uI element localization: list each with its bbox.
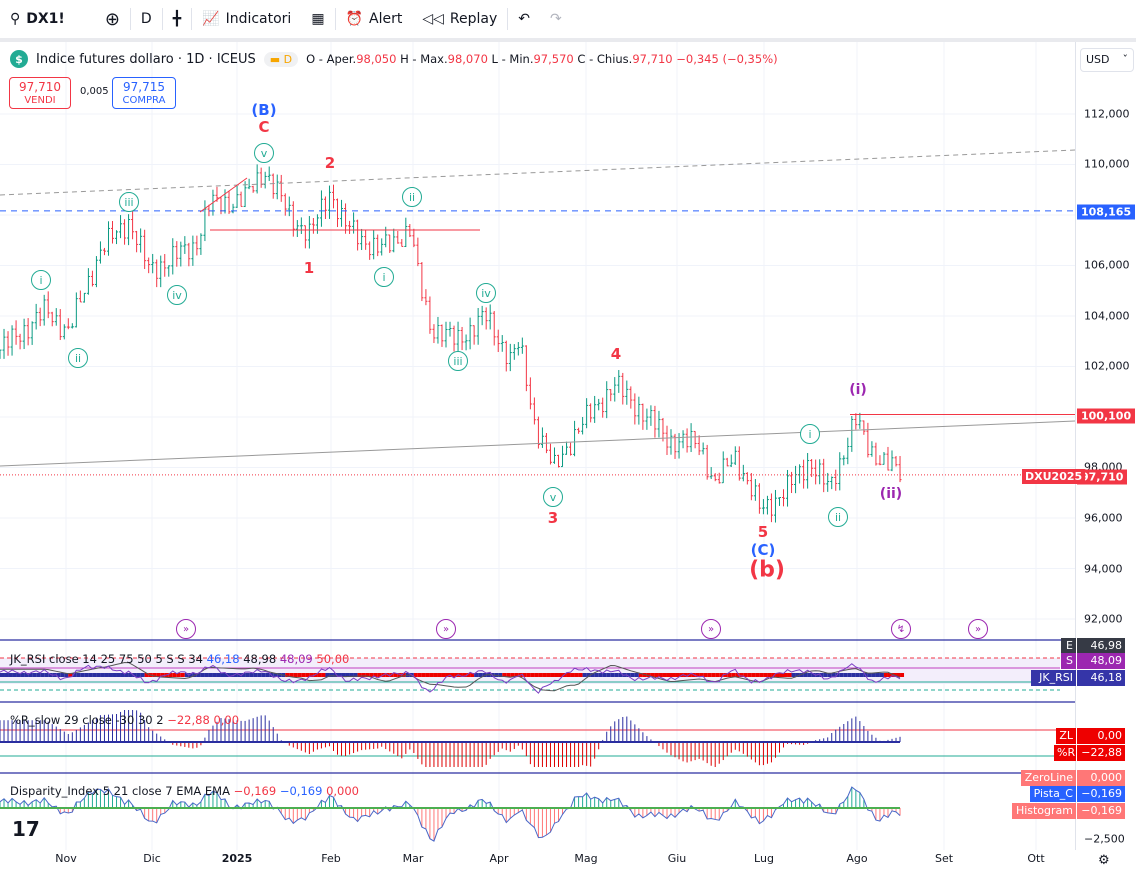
wave-label: ii — [402, 187, 422, 207]
wave-label: i — [31, 270, 51, 290]
layouts-button[interactable]: ▦ — [301, 4, 334, 34]
time-tick: Mar — [402, 852, 424, 865]
event-marker-icon[interactable]: » — [176, 619, 196, 639]
price-chart[interactable] — [0, 42, 1075, 850]
market-status-badge[interactable]: ▬ D — [263, 51, 299, 67]
time-tick: Feb — [321, 852, 341, 865]
trendline-dashed — [0, 149, 1075, 196]
grid-icon: ▦ — [311, 11, 325, 27]
top-toolbar: ⚲ DX1! ⊕ D ╋ 📈 Indicatori ▦ ⏰ Alert ◁◁ Repla… — [0, 0, 1136, 42]
wave-label: C — [258, 118, 270, 136]
wave-label: v — [254, 143, 274, 163]
price-tick: 96,000 — [1084, 511, 1123, 525]
wave-label: iii — [119, 192, 139, 212]
wave-label: 1 — [303, 259, 315, 277]
wave-label: i — [374, 267, 394, 287]
alarm-clock-icon: ⏰ — [345, 11, 363, 27]
indicators-button[interactable]: 📈 Indicatori — [192, 4, 301, 34]
search-icon: ⚲ — [10, 11, 21, 27]
tradingview-logo[interactable]: 17 — [12, 817, 40, 841]
rsi-legend[interactable]: JK_RSI close 14 25 75 50 5 S S 34 46,18 … — [10, 652, 349, 666]
time-tick: Set — [934, 852, 954, 865]
currency-select[interactable]: USD ˇ — [1080, 48, 1134, 72]
wave-label: ii — [828, 507, 848, 527]
time-tick: Ott — [1027, 852, 1045, 865]
wave-label: v — [543, 487, 563, 507]
price-tick: 92,000 — [1084, 612, 1123, 626]
compare-button[interactable]: ⊕ — [95, 4, 130, 34]
price-tick: 110,000 — [1084, 157, 1130, 171]
event-marker-icon[interactable]: » — [436, 619, 456, 639]
wave-label: iv — [476, 283, 496, 303]
disparity-legend[interactable]: Disparity_Index 5 21 close 7 EMA EMA −0,… — [10, 784, 359, 798]
replay-button[interactable]: ◁◁ Replay — [412, 4, 507, 34]
price-tick: 94,000 — [1084, 562, 1123, 576]
redo-icon: ↷ — [549, 11, 562, 27]
alert-button[interactable]: ⏰ Alert — [336, 4, 413, 34]
wave-label: 2 — [324, 154, 336, 172]
time-tick: Nov — [55, 852, 77, 865]
bar-style-button[interactable]: ╋ — [163, 4, 191, 34]
wave-label: i — [800, 424, 820, 444]
time-tick: Ago — [846, 852, 868, 865]
wave-label: 4 — [610, 345, 622, 363]
lightning-event-icon[interactable]: ↯ — [891, 619, 911, 639]
time-tick: Dic — [143, 852, 161, 865]
wave-label: (i) — [849, 382, 867, 398]
wave-label: iv — [167, 285, 187, 305]
event-marker-icon[interactable]: » — [701, 619, 721, 639]
level-tag: 100,100 — [1077, 408, 1136, 424]
disparity-tick: −2,500 — [1084, 832, 1125, 846]
wave-label: (ii) — [879, 486, 903, 502]
time-tick: Apr — [489, 852, 509, 865]
chevron-down-icon: ˇ — [1122, 53, 1129, 66]
spread-value: 0,005 — [80, 86, 109, 97]
wave-label: 5 — [757, 523, 769, 541]
price-tick: 104,000 — [1084, 309, 1130, 323]
trendline — [0, 420, 1075, 467]
time-tick: Giu — [667, 852, 687, 865]
wave-label: (C) — [750, 541, 776, 559]
price-axis[interactable]: USD ˇ 112,000 110,000 106,000 104,000 10… — [1012, 42, 1136, 850]
price-tick: 106,000 — [1084, 258, 1130, 272]
wave-label: iii — [448, 351, 468, 371]
sell-button[interactable]: 97,710 VENDI — [9, 77, 71, 109]
event-marker-icon[interactable]: » — [968, 619, 988, 639]
wave-label: (B) — [251, 101, 277, 119]
wave-label: 3 — [547, 509, 559, 527]
chart-legend: $ Indice futures dollaro · 1D · ICEUS ▬ … — [10, 50, 778, 68]
level-tag: 108,165 — [1077, 204, 1136, 220]
settings-icon[interactable]: ⚙ — [1098, 853, 1110, 868]
buy-button[interactable]: 97,715 COMPRA — [112, 77, 176, 109]
wave-label: ii — [68, 348, 88, 368]
price-tick: 112,000 — [1084, 107, 1130, 121]
indicators-icon: 📈 — [202, 11, 220, 27]
rewind-icon: ◁◁ — [422, 11, 444, 27]
symbol-search[interactable]: ⚲ DX1! — [0, 4, 75, 34]
wave-label: (b) — [749, 557, 785, 583]
plus-circle-icon: ⊕ — [104, 8, 120, 30]
dollar-logo-icon: $ — [10, 50, 28, 68]
williams-r-legend[interactable]: %R_slow 29 close -30 30 2 −22,88 0,00 — [10, 713, 239, 727]
contract-tag: DXU2025 — [1022, 469, 1086, 484]
symbol-title: Indice futures dollaro · 1D · ICEUS — [36, 51, 256, 67]
time-tick: Mag — [574, 852, 598, 865]
ohlc-values: O - Aper.98,050 H - Max.98,070 L - Min.9… — [306, 52, 778, 66]
time-tick: Lug — [754, 852, 774, 865]
undo-icon: ↶ — [518, 11, 530, 27]
redo-button[interactable]: ↷ — [540, 4, 572, 34]
bars-icon: ╋ — [172, 11, 182, 27]
undo-button[interactable]: ↶ — [508, 4, 540, 34]
interval-button[interactable]: D — [131, 4, 162, 34]
time-tick: 2025 — [221, 852, 253, 865]
price-tick: 102,000 — [1084, 359, 1130, 373]
